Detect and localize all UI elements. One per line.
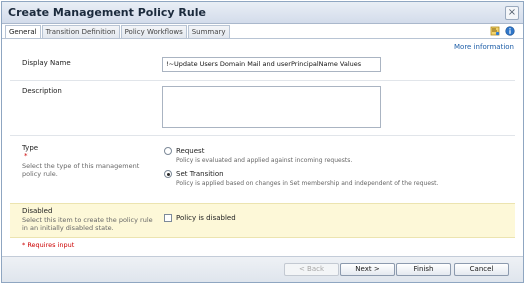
info-icon[interactable] [505, 26, 515, 36]
tab-transition-definition[interactable]: Transition Definition [41, 25, 120, 38]
required-marker: * [24, 152, 28, 160]
description-input[interactable] [162, 86, 381, 128]
set-transition-radio[interactable] [164, 170, 172, 178]
divider [10, 135, 515, 136]
close-button[interactable]: × [505, 6, 519, 20]
tab-summary[interactable]: Summary [187, 25, 230, 38]
display-name-label: Display Name [22, 59, 71, 67]
management-policy-rule-dialog: Create Management Policy Rule × General … [1, 1, 524, 283]
tab-policy-workflows[interactable]: Policy Workflows [120, 25, 187, 38]
help-book-icon[interactable] [490, 26, 500, 36]
set-transition-option-label: Set Transition [176, 170, 224, 178]
footer-bar: < Back Next > Finish Cancel [2, 256, 523, 282]
request-option-label: Request [176, 147, 205, 155]
disabled-label: Disabled [22, 207, 53, 215]
next-button[interactable]: Next > [340, 263, 395, 276]
policy-disabled-checkbox[interactable] [164, 214, 172, 222]
tab-strip: General Transition Definition Policy Wor… [5, 25, 231, 38]
divider [10, 80, 515, 81]
back-button[interactable]: < Back [284, 263, 339, 276]
disabled-help-text: Select this item to create the policy ru… [22, 216, 153, 232]
title-bar: Create Management Policy Rule × [2, 2, 523, 24]
request-radio[interactable] [164, 147, 172, 155]
description-label: Description [22, 87, 62, 95]
disabled-section: Disabled Select this item to create the … [10, 203, 515, 238]
header-icons [490, 26, 515, 36]
policy-disabled-label[interactable]: Policy is disabled [176, 214, 236, 222]
requires-input-note: * Requires input [22, 241, 75, 249]
dialog-title: Create Management Policy Rule [8, 6, 206, 19]
request-option-description: Policy is evaluated and applied against … [176, 157, 353, 164]
tab-general[interactable]: General [5, 25, 41, 38]
set-transition-option-description: Policy is applied based on changes in Se… [176, 180, 439, 187]
tab-divider [2, 38, 523, 39]
display-name-input[interactable]: !~Update Users Domain Mail and userPrinc… [162, 57, 381, 72]
cancel-button[interactable]: Cancel [454, 263, 509, 276]
more-information-link[interactable]: More information [454, 43, 514, 51]
type-label: Type [22, 144, 39, 152]
finish-button[interactable]: Finish [396, 263, 451, 276]
type-help-text: Select the type of this management polic… [22, 162, 140, 178]
